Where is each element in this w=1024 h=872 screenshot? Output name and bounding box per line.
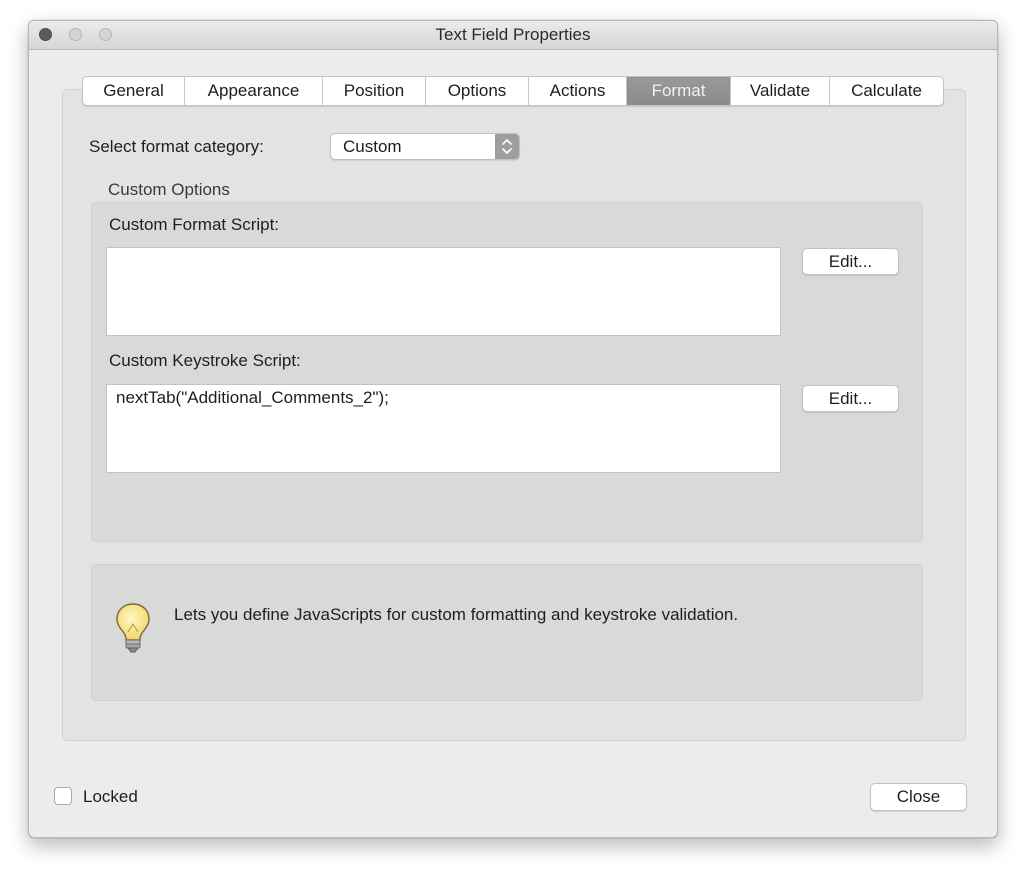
edit-keystroke-script-button[interactable]: Edit... (802, 385, 899, 412)
custom-format-script-label: Custom Format Script: (109, 215, 280, 234)
custom-format-script-field[interactable] (106, 247, 781, 336)
format-category-value: Custom (343, 137, 402, 156)
tab-actions[interactable]: Actions (529, 77, 627, 105)
tab-calculate[interactable]: Calculate (830, 77, 943, 105)
tab-validate[interactable]: Validate (731, 77, 830, 105)
hint-panel (91, 564, 923, 701)
custom-keystroke-script-label: Custom Keystroke Script: (109, 351, 301, 370)
tab-position[interactable]: Position (323, 77, 426, 105)
edit-format-script-button[interactable]: Edit... (802, 248, 899, 275)
lightbulb-icon (115, 602, 151, 654)
title-bar[interactable]: Text Field Properties (29, 21, 997, 50)
tab-options[interactable]: Options (426, 77, 529, 105)
hint-text: Lets you define JavaScripts for custom f… (174, 605, 739, 624)
tab-bar: General Appearance Position Options Acti… (82, 76, 944, 106)
format-category-select[interactable]: Custom (330, 133, 520, 160)
format-category-label: Select format category: (89, 137, 264, 156)
locked-checkbox[interactable] (54, 787, 72, 805)
custom-keystroke-script-field[interactable]: nextTab("Additional_Comments_2"); (106, 384, 781, 473)
window-title: Text Field Properties (435, 25, 591, 44)
tab-format[interactable]: Format (627, 77, 731, 105)
text-field-properties-dialog: Text Field Properties General Appearance… (28, 20, 998, 838)
tab-general[interactable]: General (83, 77, 185, 105)
chevron-up-down-icon (495, 134, 519, 159)
locked-label[interactable]: Locked (83, 787, 138, 807)
custom-options-caption: Custom Options (108, 180, 230, 199)
tab-appearance[interactable]: Appearance (185, 77, 323, 105)
close-button[interactable]: Close (870, 783, 967, 811)
